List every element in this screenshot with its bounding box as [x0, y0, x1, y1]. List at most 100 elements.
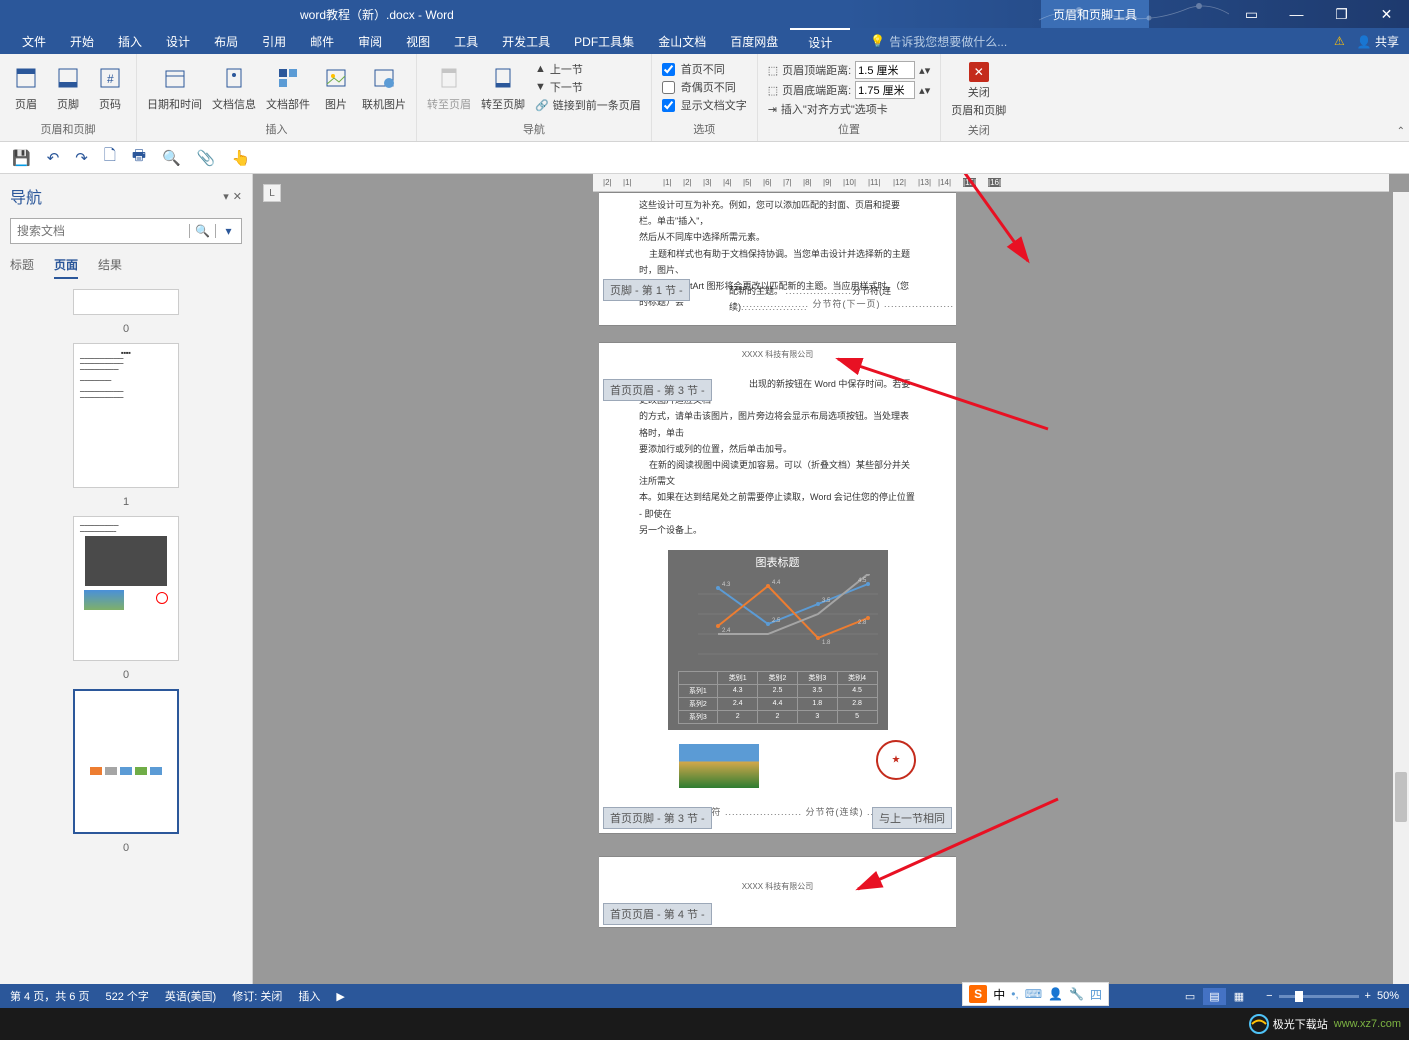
- spinner-icon[interactable]: ▴▾: [919, 84, 930, 97]
- tab-developer[interactable]: 开发工具: [490, 28, 562, 55]
- header-button[interactable]: 页眉: [6, 60, 46, 114]
- undo-icon[interactable]: ↶: [47, 149, 60, 167]
- ribbon: 页眉 页脚 #页码 页眉和页脚 日期和时间 文档信息 文档部件 图片 联机图片 …: [0, 54, 1409, 142]
- warning-icon[interactable]: ⚠: [1334, 34, 1345, 48]
- zoom-level[interactable]: 50%: [1377, 990, 1399, 1002]
- tab-pdf[interactable]: PDF工具集: [562, 28, 646, 55]
- link-to-previous-button[interactable]: 🔗链接到前一条页眉: [531, 96, 645, 114]
- footer-button[interactable]: 页脚: [48, 60, 88, 114]
- tab-kingsoft[interactable]: 金山文档: [646, 28, 718, 55]
- ime-keyboard-icon[interactable]: ⌨: [1025, 987, 1042, 1001]
- search-icon[interactable]: 🔍: [189, 224, 215, 238]
- zoom-in-icon[interactable]: +: [1365, 990, 1371, 1002]
- tab-file[interactable]: 文件: [10, 28, 58, 55]
- zoom-out-icon[interactable]: −: [1266, 990, 1272, 1002]
- ime-mode[interactable]: 中: [993, 986, 1005, 1003]
- show-document-text-checkbox[interactable]: 显示文档文字: [658, 96, 751, 114]
- read-mode-icon[interactable]: ▭: [1179, 988, 1201, 1005]
- svg-text:#: #: [107, 72, 114, 86]
- language-indicator[interactable]: 英语(美国): [165, 988, 216, 1004]
- thumbnail-page-1[interactable]: ■■■■ ━━━━━━━━━━━━━━━━━━━━━━━━━━━━━━━━━━━…: [73, 343, 179, 488]
- tell-me-search[interactable]: 💡 告诉我您想要做什么...: [870, 33, 1007, 50]
- page-section-4-top[interactable]: XXXX 科技有限公司 首页页眉 - 第 4 节 -: [599, 856, 956, 928]
- new-doc-icon[interactable]: 🗋: [104, 145, 116, 170]
- different-first-page-checkbox[interactable]: 首页不同: [658, 60, 751, 78]
- ime-settings-icon[interactable]: 👤: [1048, 987, 1063, 1001]
- ime-tool-icon[interactable]: 🔧: [1069, 987, 1084, 1001]
- tab-insert[interactable]: 插入: [106, 28, 154, 55]
- page-section-3[interactable]: XXXX 科技有限公司 首页页眉 - 第 3 节 - 出现的新按钮在 Word …: [599, 342, 956, 834]
- nav-tab-results[interactable]: 结果: [98, 256, 122, 279]
- word-count[interactable]: 522 个字: [105, 988, 148, 1004]
- tab-home[interactable]: 开始: [58, 28, 106, 55]
- tab-mailings[interactable]: 邮件: [298, 28, 346, 55]
- scrollbar-thumb[interactable]: [1395, 772, 1407, 822]
- collapse-ribbon-icon[interactable]: ⌃: [1397, 126, 1405, 137]
- horizontal-ruler[interactable]: |2||1| |1||2| |3||4| |5||6| |7||8| |9||1…: [593, 174, 1389, 192]
- different-odd-even-checkbox[interactable]: 奇偶页不同: [658, 78, 751, 96]
- footer-from-bottom[interactable]: ⬚页眉底端距离:▴▾: [764, 80, 935, 100]
- next-section-button[interactable]: ▼下一节: [531, 78, 645, 96]
- datetime-button[interactable]: 日期和时间: [143, 60, 206, 114]
- touch-mode-icon[interactable]: 👆: [231, 149, 250, 167]
- spinner-icon[interactable]: ▴▾: [919, 64, 930, 77]
- header-from-top[interactable]: ⬚页眉顶端距离:▴▾: [764, 60, 935, 80]
- ime-punct-icon[interactable]: •,: [1011, 987, 1019, 1001]
- minimize-icon[interactable]: —: [1274, 0, 1319, 28]
- online-picture-button[interactable]: 联机图片: [358, 60, 410, 114]
- tab-baidu[interactable]: 百度网盘: [718, 28, 790, 55]
- header-top-input[interactable]: [855, 61, 915, 79]
- print-layout-icon[interactable]: ▤: [1203, 988, 1225, 1005]
- footer-bottom-input[interactable]: [855, 81, 915, 99]
- web-layout-icon[interactable]: ▦: [1228, 988, 1250, 1005]
- thumbnail-page-0[interactable]: [73, 289, 179, 315]
- page-section-1-bottom[interactable]: 这些设计可互为补充。例如，您可以添加匹配的封面、页眉和提要栏。单击"插入"， 然…: [599, 192, 956, 326]
- page-indicator[interactable]: 第 4 页，共 6 页: [10, 988, 89, 1004]
- nav-close-icon[interactable]: ✕: [233, 190, 242, 203]
- tab-references[interactable]: 引用: [250, 28, 298, 55]
- macro-record-icon[interactable]: ▶: [336, 990, 344, 1003]
- close-icon[interactable]: ✕: [1364, 0, 1409, 28]
- restore-icon[interactable]: ❐: [1319, 0, 1364, 28]
- nav-dropdown-icon[interactable]: ▾: [223, 190, 229, 203]
- tab-tools[interactable]: 工具: [442, 28, 490, 55]
- insert-alignment-tab-button[interactable]: ⇥插入"对齐方式"选项卡: [764, 100, 935, 118]
- docinfo-button[interactable]: 文档信息: [208, 60, 260, 114]
- down-arrow-icon: ▼: [535, 81, 546, 93]
- nav-pane-title: 导航: [10, 184, 42, 208]
- header-tag-section-4: 首页页眉 - 第 4 节 -: [603, 903, 712, 925]
- sogou-icon[interactable]: S: [969, 985, 987, 1003]
- nav-search-box[interactable]: 🔍 ▾: [10, 218, 242, 244]
- tab-layout[interactable]: 布局: [202, 28, 250, 55]
- nav-search-input[interactable]: [11, 224, 189, 238]
- ime-skin-icon[interactable]: 四: [1090, 986, 1102, 1003]
- picture-button[interactable]: 图片: [316, 60, 356, 114]
- print-preview-icon[interactable]: 🖶: [132, 145, 146, 170]
- save-icon[interactable]: 💾: [12, 149, 31, 167]
- header-tag-section-3: 首页页眉 - 第 3 节 -: [603, 379, 712, 401]
- redo-icon[interactable]: ↷: [75, 149, 88, 167]
- nav-tab-pages[interactable]: 页面: [54, 256, 78, 279]
- search-dropdown-icon[interactable]: ▾: [215, 224, 241, 238]
- zoom-slider[interactable]: [1279, 995, 1359, 998]
- goto-footer-button[interactable]: 转至页脚: [477, 60, 529, 114]
- tab-review[interactable]: 审阅: [346, 28, 394, 55]
- docparts-button[interactable]: 文档部件: [262, 60, 314, 114]
- close-header-footer-button[interactable]: ✕ 关闭 页眉和页脚: [947, 60, 1010, 120]
- track-changes-indicator[interactable]: 修订: 关闭: [232, 988, 282, 1004]
- tab-view[interactable]: 视图: [394, 28, 442, 55]
- zoom-icon[interactable]: 🔍: [162, 149, 181, 167]
- nav-tab-headings[interactable]: 标题: [10, 256, 34, 279]
- attach-icon[interactable]: 📎: [197, 149, 216, 167]
- ribbon-display-options-icon[interactable]: ▭: [1229, 0, 1274, 28]
- page-number-button[interactable]: #页码: [90, 60, 130, 114]
- thumbnail-page-3[interactable]: [73, 689, 179, 834]
- prev-section-button[interactable]: ▲上一节: [531, 60, 645, 78]
- tab-hf-design[interactable]: 设计: [790, 28, 850, 55]
- vertical-scrollbar[interactable]: [1393, 192, 1409, 1008]
- svg-text:2.4: 2.4: [722, 628, 731, 634]
- tab-design[interactable]: 设计: [154, 28, 202, 55]
- insert-mode-indicator[interactable]: 插入: [298, 988, 320, 1004]
- share-button[interactable]: 👤 共享: [1357, 33, 1399, 50]
- thumbnail-page-2[interactable]: ━━━━━━━━━━━━━━━━━━━━━━━━━━━━━━━: [73, 516, 179, 661]
